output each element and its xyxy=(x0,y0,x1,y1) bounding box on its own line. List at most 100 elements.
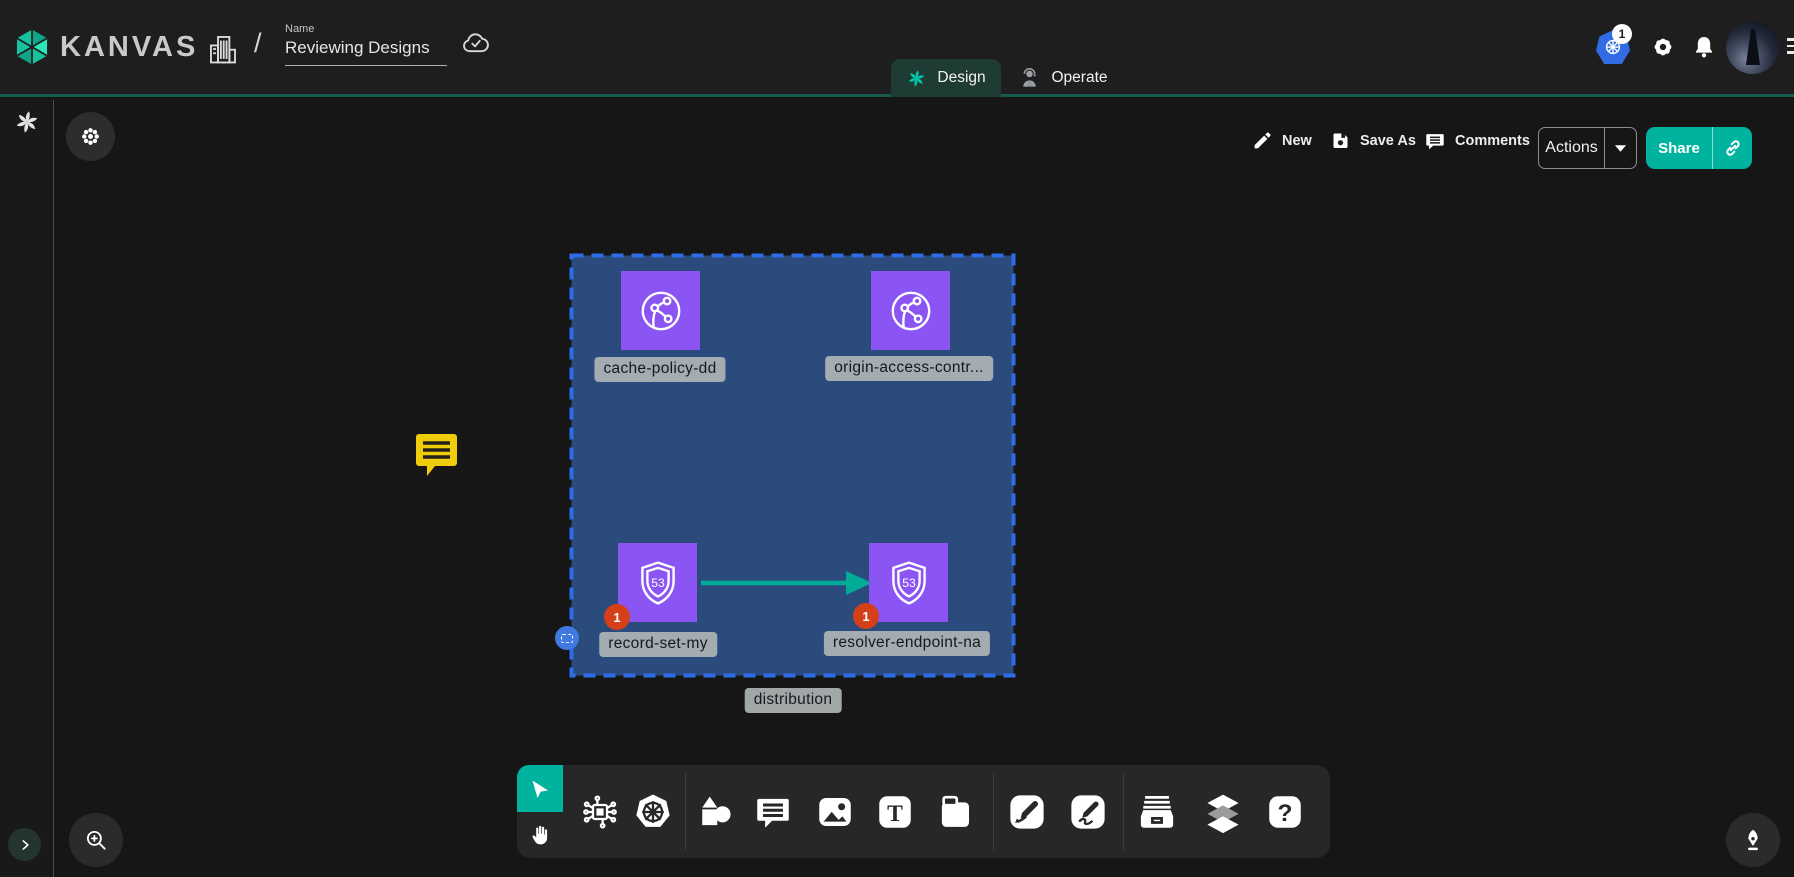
tab-design[interactable]: Design xyxy=(891,59,1001,97)
pen-nib-icon xyxy=(1740,827,1766,853)
k8s-context-count-badge: 1 xyxy=(1612,24,1632,44)
flower-icon xyxy=(79,125,102,148)
edge-record-set-to-resolver[interactable] xyxy=(698,567,874,599)
cursor-arrow-icon xyxy=(528,777,552,801)
save-floppy-icon xyxy=(1330,130,1351,151)
new-button[interactable]: New xyxy=(1252,130,1312,151)
tool-component[interactable] xyxy=(574,765,626,858)
tab-operate-label: Operate xyxy=(1051,69,1107,87)
text-tool-icon: T xyxy=(874,791,916,833)
tool-drawer[interactable] xyxy=(1131,765,1183,858)
comment-pin-icon xyxy=(413,430,460,478)
node-label-cache-policy[interactable]: cache-policy-dd xyxy=(594,357,725,382)
tool-image[interactable] xyxy=(809,765,861,858)
pen-mode-button[interactable] xyxy=(1726,813,1780,867)
svg-text:T: T xyxy=(887,800,903,826)
tool-layers[interactable] xyxy=(1197,765,1249,858)
user-avatar[interactable] xyxy=(1726,21,1779,74)
kanvas-app: KANVAS / Name xyxy=(0,0,1794,877)
dashed-rect-icon xyxy=(561,634,573,643)
tool-select-cursor[interactable] xyxy=(517,765,563,812)
pencil-icon xyxy=(1252,130,1273,151)
layers-icon xyxy=(1201,790,1245,834)
tool-kubernetes[interactable] xyxy=(627,765,679,858)
meshery-pinwheel-icon[interactable] xyxy=(13,108,41,136)
sidebar-expand-button[interactable] xyxy=(8,828,41,861)
chevron-right-icon xyxy=(18,838,32,852)
operator-headset-icon xyxy=(1018,67,1041,90)
note-icon xyxy=(934,791,976,833)
tool-comment[interactable] xyxy=(747,765,799,858)
tool-help[interactable]: ? xyxy=(1259,765,1311,858)
design-name-field: Name xyxy=(285,23,447,66)
left-sidebar xyxy=(0,100,54,877)
svg-text:53: 53 xyxy=(902,576,916,590)
group-label-distribution[interactable]: distribution xyxy=(745,688,842,713)
tool-freehand-pen[interactable] xyxy=(1062,765,1114,858)
canvas-actions-flower-button[interactable] xyxy=(66,112,115,161)
node-label-record-set[interactable]: record-set-my xyxy=(599,632,717,657)
node-resolver-endpoint[interactable]: 53 xyxy=(869,543,948,622)
magnifier-plus-icon xyxy=(83,827,109,853)
group-drag-handle[interactable] xyxy=(555,626,579,650)
header: KANVAS / Name xyxy=(0,0,1794,97)
svg-text:?: ? xyxy=(1278,800,1293,827)
tool-edge-pen[interactable] xyxy=(1001,765,1053,858)
app-title: KANVAS xyxy=(60,31,198,64)
actions-dropdown-caret[interactable] xyxy=(1604,128,1636,168)
comments-button-label: Comments xyxy=(1455,133,1530,149)
help-icon: ? xyxy=(1264,791,1306,833)
node-label-resolver-endpoint[interactable]: resolver-endpoint-na xyxy=(824,631,990,656)
copy-link-button[interactable] xyxy=(1712,127,1752,169)
hand-icon xyxy=(528,823,552,847)
caret-down-icon xyxy=(1614,144,1627,153)
node-cache-policy[interactable] xyxy=(621,271,700,350)
tool-pan-hand[interactable] xyxy=(517,812,563,858)
link-icon xyxy=(1723,138,1743,158)
design-name-input[interactable] xyxy=(285,38,447,66)
tab-operate[interactable]: Operate xyxy=(1001,59,1125,97)
image-icon xyxy=(814,791,856,833)
route53-shield-icon: 53 xyxy=(883,557,935,609)
share-button-label[interactable]: Share xyxy=(1646,127,1712,169)
kubernetes-helm-icon xyxy=(632,791,674,833)
zoom-in-button[interactable] xyxy=(69,813,123,867)
share-split-button[interactable]: Share xyxy=(1646,127,1752,169)
cloudfront-globe-icon xyxy=(885,285,937,337)
kanvas-hexagon-icon xyxy=(13,27,51,67)
toolbar-divider xyxy=(1123,773,1124,850)
name-field-label: Name xyxy=(285,23,447,35)
toolbar-divider xyxy=(685,773,686,850)
tool-note[interactable] xyxy=(929,765,981,858)
app-logo[interactable]: KANVAS xyxy=(13,27,198,67)
settings-gear-icon[interactable] xyxy=(1649,33,1677,61)
shapes-icon xyxy=(694,791,736,833)
cloud-saved-icon xyxy=(461,30,491,56)
comments-button[interactable]: Comments xyxy=(1424,130,1530,152)
canvas-comment-pin[interactable] xyxy=(413,430,460,478)
tool-shapes[interactable] xyxy=(689,765,741,858)
freehand-pen-icon xyxy=(1067,791,1109,833)
svg-text:53: 53 xyxy=(651,576,665,590)
organization-building-icon[interactable] xyxy=(206,31,240,67)
design-pinwheel-icon xyxy=(906,68,927,89)
actions-button-label[interactable]: Actions xyxy=(1539,128,1604,168)
save-as-button[interactable]: Save As xyxy=(1330,130,1416,151)
comment-tool-icon xyxy=(752,791,794,833)
node-origin-access-control[interactable] xyxy=(871,271,950,350)
edge-pen-icon xyxy=(1006,791,1048,833)
breadcrumb-separator: / xyxy=(254,28,262,59)
cloudfront-globe-icon xyxy=(635,285,687,337)
tab-design-label: Design xyxy=(937,69,985,87)
node-record-set[interactable]: 53 xyxy=(618,543,697,622)
resolver-endpoint-alert-badge: 1 xyxy=(853,603,879,629)
toolbar-divider xyxy=(993,773,994,850)
notifications-bell-icon[interactable] xyxy=(1691,33,1717,61)
new-button-label: New xyxy=(1282,133,1312,149)
menu-hamburger-icon[interactable] xyxy=(1787,38,1794,58)
node-label-origin-access-control[interactable]: origin-access-contr... xyxy=(825,356,993,381)
record-set-alert-badge: 1 xyxy=(604,604,630,630)
actions-split-button[interactable]: Actions xyxy=(1538,127,1637,169)
tool-text[interactable]: T xyxy=(869,765,921,858)
route53-shield-icon: 53 xyxy=(632,557,684,609)
